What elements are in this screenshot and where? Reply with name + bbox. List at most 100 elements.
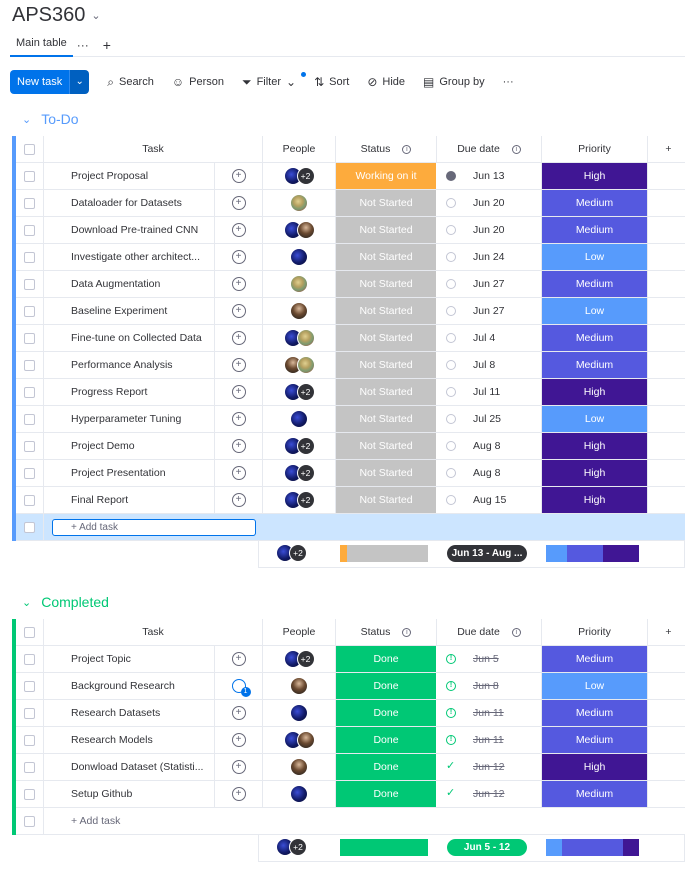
- search-button[interactable]: ⌕ Search: [107, 75, 154, 90]
- priority-cell[interactable]: High: [542, 433, 647, 459]
- avatar-more-count[interactable]: +2: [296, 650, 315, 668]
- add-column-button[interactable]: +: [647, 619, 685, 645]
- tab-main-table[interactable]: Main table: [10, 33, 73, 57]
- due-date-cell[interactable]: Jun 20: [437, 190, 542, 216]
- chevron-down-icon[interactable]: ⌄: [22, 113, 31, 126]
- add-update-icon[interactable]: +: [231, 787, 246, 801]
- summary-people[interactable]: +2: [276, 544, 307, 562]
- row-checkbox-cell[interactable]: [16, 781, 44, 807]
- status-cell[interactable]: Done: [336, 754, 437, 780]
- avatar[interactable]: [290, 704, 308, 722]
- updates-cell[interactable]: +: [214, 190, 263, 216]
- table-row[interactable]: Data Augmentation + Not Started Jun 27 Mediu…: [16, 271, 685, 298]
- checkbox[interactable]: [24, 734, 35, 746]
- table-row[interactable]: Donwload Dataset (Statisti... + Done ✓ Jun 1…: [16, 754, 685, 781]
- add-update-icon[interactable]: +: [231, 277, 246, 291]
- updates-cell[interactable]: +: [214, 727, 263, 753]
- due-date-cell[interactable]: Jun 13: [437, 163, 542, 189]
- summary-due-range[interactable]: Jun 5 - 12: [447, 839, 527, 856]
- priority-cell[interactable]: Low: [542, 406, 647, 432]
- checkbox[interactable]: [24, 386, 35, 398]
- row-checkbox-cell[interactable]: [16, 217, 44, 243]
- due-date-cell[interactable]: ! Jun 11: [437, 700, 542, 726]
- people-avatars[interactable]: [283, 329, 315, 347]
- people-avatars[interactable]: +2: [276, 838, 307, 856]
- checkbox[interactable]: [24, 653, 35, 665]
- people-avatars[interactable]: [290, 785, 308, 803]
- avatar-more-count[interactable]: +2: [289, 838, 307, 856]
- table-row[interactable]: Hyperparameter Tuning + Not Started Jul 25 L…: [16, 406, 685, 433]
- table-row[interactable]: Research Models + Done! Jun 11 Medium: [16, 727, 685, 754]
- add-update-icon[interactable]: +: [231, 439, 246, 453]
- avatar-more-count[interactable]: +2: [296, 464, 315, 482]
- table-row[interactable]: Setup Github + Done ✓ Jun 12 Medium: [16, 781, 685, 808]
- priority-cell[interactable]: Medium: [542, 781, 647, 807]
- filter-button[interactable]: ⏷ Filter ⌄: [242, 71, 306, 90]
- person-filter-button[interactable]: ☺ Person: [172, 75, 224, 89]
- people-avatars[interactable]: +2: [283, 464, 315, 482]
- table-row[interactable]: Final Report + +2 Not Started Aug 15 High: [16, 487, 685, 514]
- people-avatars[interactable]: +2: [283, 650, 315, 668]
- people-cell[interactable]: [263, 325, 336, 351]
- avatar-more-count[interactable]: +2: [289, 544, 307, 562]
- due-date-cell[interactable]: ! Jun 5: [437, 646, 542, 672]
- status-cell[interactable]: Not Started: [336, 379, 437, 405]
- people-avatars[interactable]: [283, 221, 315, 239]
- due-date-cell[interactable]: Jul 8: [437, 352, 542, 378]
- avatar-more-count[interactable]: +2: [296, 437, 315, 455]
- add-update-icon[interactable]: +: [231, 358, 246, 372]
- select-all-cell[interactable]: [16, 619, 44, 645]
- checkbox[interactable]: [24, 224, 35, 236]
- status-cell[interactable]: Not Started: [336, 487, 437, 513]
- updates-cell[interactable]: +: [214, 487, 263, 513]
- add-task-row[interactable]: + Add task: [16, 808, 685, 835]
- checkbox[interactable]: [24, 143, 35, 155]
- table-row[interactable]: Project Presentation + +2 Not Started Aug 8 H…: [16, 460, 685, 487]
- due-date-cell[interactable]: Jul 4: [437, 325, 542, 351]
- priority-cell[interactable]: High: [542, 487, 647, 513]
- people-avatars[interactable]: [290, 248, 308, 266]
- add-update-icon[interactable]: +: [231, 223, 246, 237]
- people-avatars[interactable]: [290, 275, 308, 293]
- row-checkbox-cell[interactable]: [16, 190, 44, 216]
- row-checkbox-cell[interactable]: [16, 244, 44, 270]
- task-name[interactable]: Background Research: [44, 673, 214, 699]
- people-cell[interactable]: [263, 406, 336, 432]
- status-cell[interactable]: Not Started: [336, 244, 437, 270]
- due-date-cell[interactable]: Jul 11: [437, 379, 542, 405]
- priority-cell[interactable]: Medium: [542, 700, 647, 726]
- task-name[interactable]: Research Datasets: [44, 700, 214, 726]
- info-icon[interactable]: i: [511, 144, 521, 154]
- summary-priority-bar[interactable]: [546, 839, 639, 856]
- avatar[interactable]: [296, 356, 315, 374]
- add-update-icon[interactable]: +: [231, 385, 246, 399]
- people-cell[interactable]: [263, 298, 336, 324]
- people-cell[interactable]: [263, 352, 336, 378]
- add-update-icon[interactable]: +: [231, 652, 246, 666]
- status-cell[interactable]: Not Started: [336, 190, 437, 216]
- table-row[interactable]: Download Pre-trained CNN + Not Started Jun …: [16, 217, 685, 244]
- summary-status-bar[interactable]: [340, 545, 428, 562]
- updates-cell[interactable]: +: [214, 217, 263, 243]
- priority-cell[interactable]: Low: [542, 298, 647, 324]
- more-icon[interactable]: ···: [77, 38, 89, 52]
- hide-button[interactable]: ⊘ Hide: [367, 75, 405, 89]
- people-avatars[interactable]: +2: [283, 167, 315, 185]
- row-checkbox-cell[interactable]: [16, 646, 44, 672]
- row-checkbox-cell[interactable]: [16, 271, 44, 297]
- people-cell[interactable]: +2: [263, 433, 336, 459]
- select-all-cell[interactable]: [16, 136, 44, 162]
- people-cell[interactable]: [263, 217, 336, 243]
- status-cell[interactable]: Done: [336, 781, 437, 807]
- checkbox[interactable]: [24, 788, 35, 800]
- status-cell[interactable]: Not Started: [336, 325, 437, 351]
- task-name[interactable]: Project Proposal: [44, 163, 214, 189]
- people-cell[interactable]: [263, 190, 336, 216]
- task-name[interactable]: Project Topic: [44, 646, 214, 672]
- people-avatars[interactable]: [290, 677, 308, 695]
- chevron-down-icon[interactable]: ⌄: [22, 596, 31, 609]
- summary-due-range[interactable]: Jun 13 - Aug ...: [447, 545, 527, 562]
- priority-cell[interactable]: High: [542, 460, 647, 486]
- people-cell[interactable]: +2: [263, 460, 336, 486]
- row-checkbox-cell[interactable]: [16, 298, 44, 324]
